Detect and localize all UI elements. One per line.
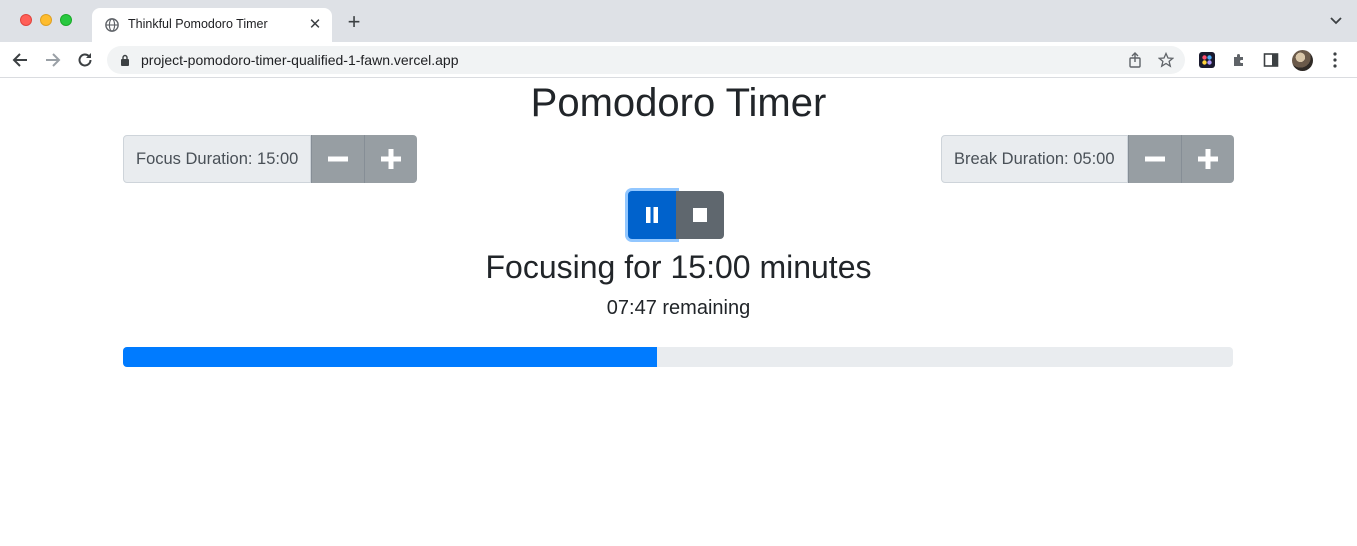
- session-progress-bar: [123, 347, 1233, 367]
- decrease-focus-button[interactable]: [311, 135, 365, 183]
- profile-avatar[interactable]: [1292, 50, 1313, 71]
- increase-break-button[interactable]: [1180, 135, 1234, 183]
- share-icon[interactable]: [1127, 52, 1143, 68]
- back-arrow-icon[interactable]: [10, 50, 30, 70]
- pause-button[interactable]: [628, 191, 676, 239]
- break-duration-label: Break Duration: 05:00: [941, 135, 1128, 183]
- focus-duration-label: Focus Duration: 15:00: [123, 135, 312, 183]
- close-window-button[interactable]: [20, 14, 32, 26]
- bookmark-star-icon[interactable]: [1158, 52, 1174, 68]
- increase-focus-button[interactable]: [364, 135, 418, 183]
- extension-app-icon[interactable]: [1199, 52, 1215, 68]
- minimize-window-button[interactable]: [40, 14, 52, 26]
- address-bar[interactable]: project-pomodoro-timer-qualified-1-fawn.…: [107, 46, 1185, 74]
- progress-fill: [123, 347, 657, 367]
- timer-controls: [628, 191, 724, 239]
- minus-icon: [328, 156, 349, 162]
- lock-icon: [121, 54, 129, 66]
- session-title: Focusing for 15:00 minutes: [485, 249, 872, 285]
- decrease-break-button[interactable]: [1127, 135, 1181, 183]
- tab-title: Thinkful Pomodoro Timer: [128, 17, 268, 31]
- plus-icon: [381, 149, 402, 169]
- puzzle-extensions-icon[interactable]: [1231, 52, 1247, 68]
- stop-icon: [693, 208, 707, 222]
- page-title: Pomodoro Timer: [530, 81, 827, 125]
- new-tab-button[interactable]: +: [343, 11, 365, 34]
- chevron-down-icon[interactable]: [1329, 14, 1343, 28]
- break-duration-control: Break Duration: 05:00: [941, 135, 1234, 183]
- focus-duration-control: Focus Duration: 15:00: [123, 135, 418, 183]
- forward-arrow-icon[interactable]: [43, 50, 63, 70]
- minus-icon: [1144, 156, 1165, 162]
- side-panel-icon[interactable]: [1263, 52, 1279, 68]
- url-text: project-pomodoro-timer-qualified-1-fawn.…: [141, 52, 459, 68]
- more-menu-icon[interactable]: [1328, 50, 1342, 70]
- browser-tab[interactable]: Thinkful Pomodoro Timer ✕: [92, 8, 332, 42]
- maximize-window-button[interactable]: [60, 14, 72, 26]
- reload-icon[interactable]: [75, 50, 95, 70]
- time-remaining: 07:47 remaining: [606, 297, 751, 319]
- page-content: Pomodoro Timer Focus Duration: 15:00 Bre…: [0, 79, 1357, 546]
- pause-icon: [646, 207, 658, 223]
- plus-icon: [1197, 149, 1218, 169]
- browser-toolbar: project-pomodoro-timer-qualified-1-fawn.…: [0, 42, 1357, 78]
- globe-icon: [105, 18, 119, 32]
- stop-button[interactable]: [676, 191, 724, 239]
- close-tab-icon[interactable]: ✕: [306, 16, 324, 34]
- browser-tab-strip: Thinkful Pomodoro Timer ✕ +: [0, 0, 1357, 42]
